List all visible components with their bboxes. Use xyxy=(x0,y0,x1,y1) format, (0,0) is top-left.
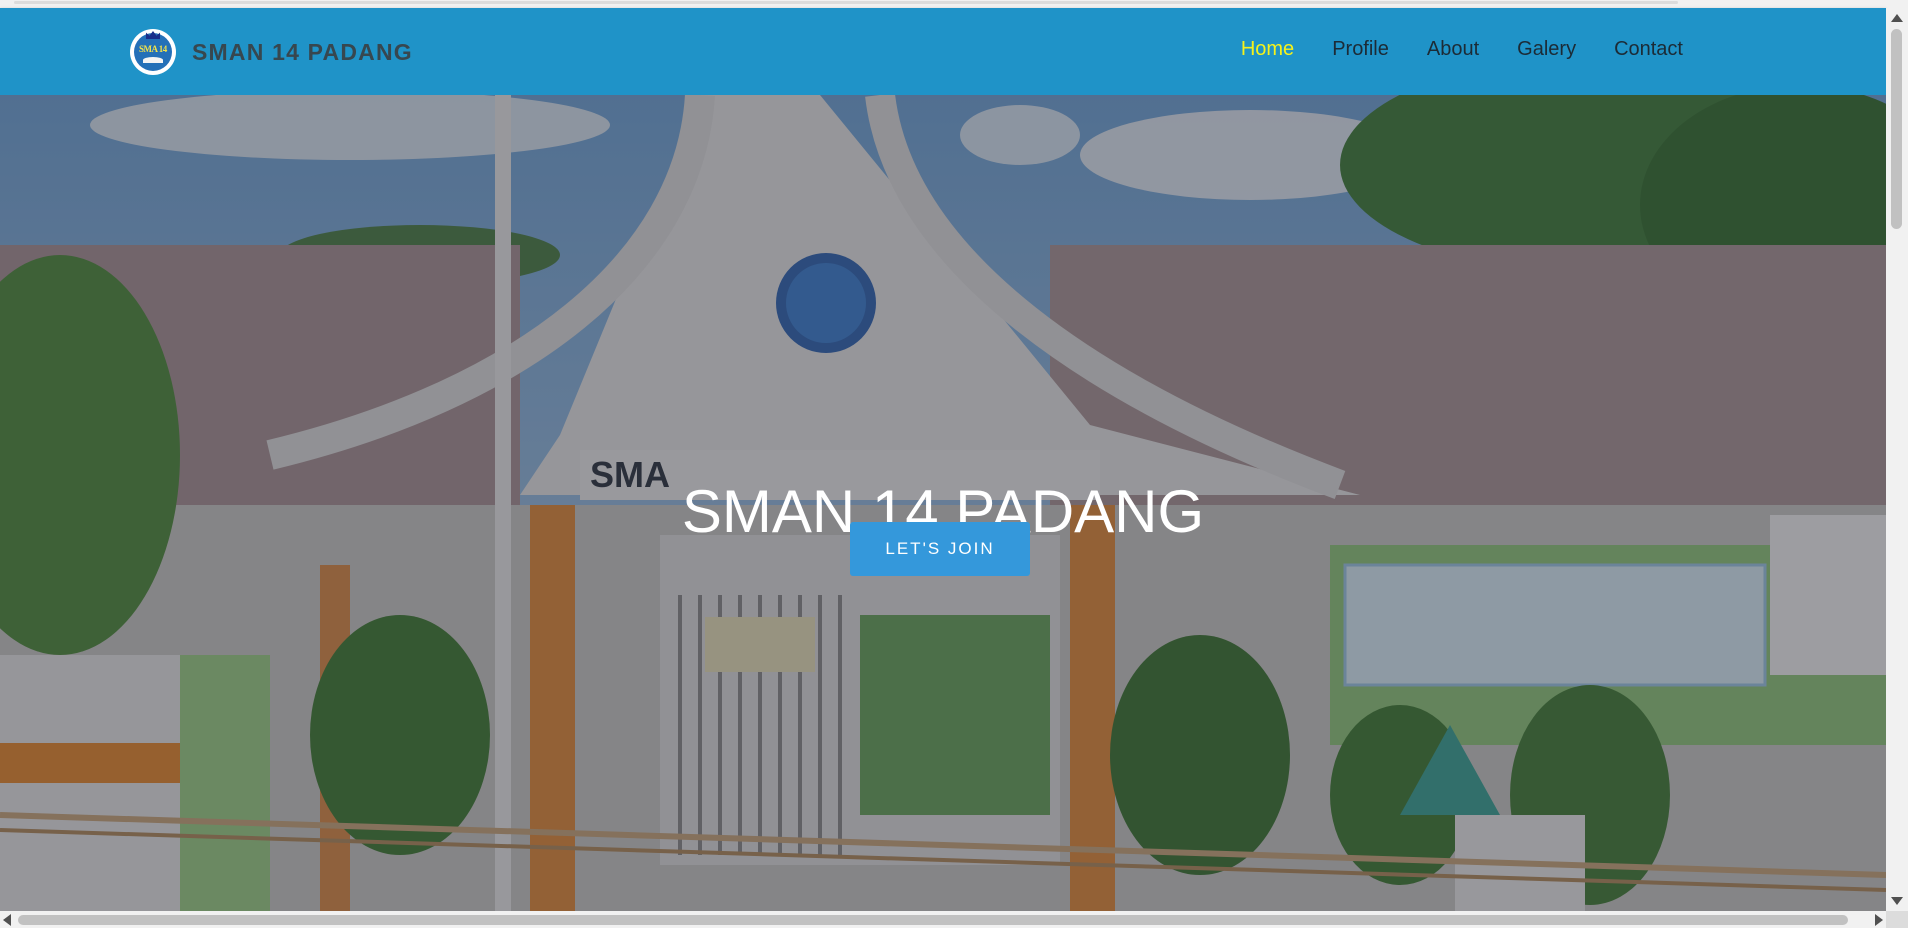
nav-link-about[interactable]: About xyxy=(1427,38,1479,61)
main-nav: Home Profile About Galery Contact xyxy=(1203,38,1683,61)
horizontal-scrollbar[interactable] xyxy=(0,911,1886,928)
nav-link-profile[interactable]: Profile xyxy=(1332,38,1389,61)
scroll-left-arrow-icon[interactable] xyxy=(3,914,11,926)
nav-link-home[interactable]: Home xyxy=(1241,38,1294,61)
vertical-scrollbar[interactable] xyxy=(1886,8,1908,911)
school-logo-icon: SMA 14 xyxy=(130,29,176,75)
scroll-right-arrow-icon[interactable] xyxy=(1875,914,1883,926)
brand[interactable]: SMA 14 SMAN 14 PADANG xyxy=(130,26,413,78)
brand-name: SMAN 14 PADANG xyxy=(192,38,413,65)
nav-link-contact[interactable]: Contact xyxy=(1614,38,1683,61)
nav-link-galery[interactable]: Galery xyxy=(1517,38,1576,61)
scrollbar-corner xyxy=(1886,911,1908,928)
scroll-down-arrow-icon[interactable] xyxy=(1891,897,1903,905)
scroll-up-arrow-icon[interactable] xyxy=(1891,14,1903,22)
browser-top-strip xyxy=(0,0,1908,8)
horizontal-scroll-thumb[interactable] xyxy=(18,915,1848,925)
vertical-scroll-thumb[interactable] xyxy=(1891,29,1902,229)
lets-join-button[interactable]: LET'S JOIN xyxy=(850,522,1030,576)
navbar: SMA 14 SMAN 14 PADANG Home Profile About… xyxy=(0,8,1886,95)
hero-section: SMA SMAN 14 PADANG LET'S JOIN xyxy=(0,95,1886,911)
